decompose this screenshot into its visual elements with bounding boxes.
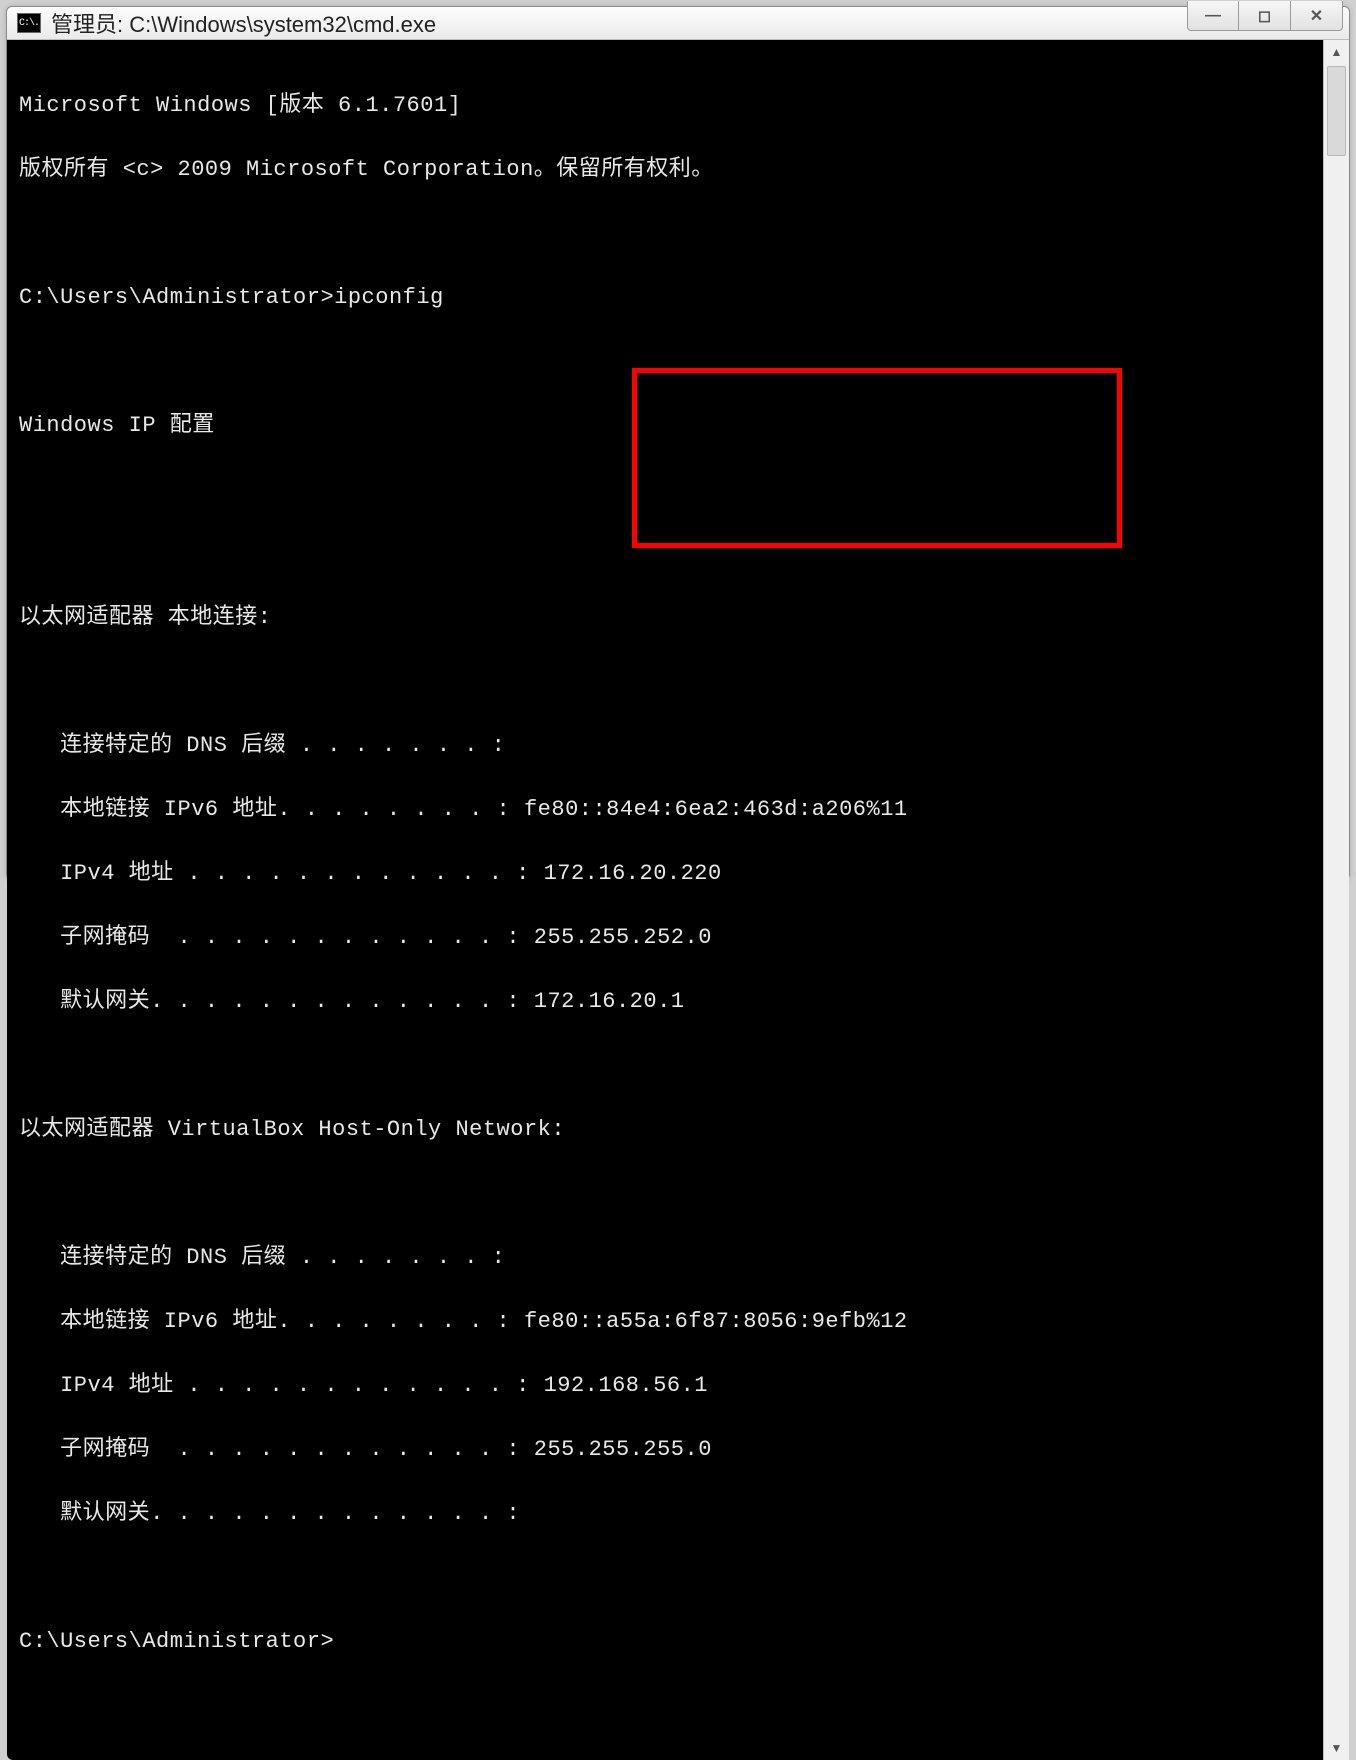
adapter1-header: 以太网适配器 本地连接: (19, 602, 1313, 634)
adapter2-row: 子网掩码 . . . . . . . . . . . . : 255.255.2… (19, 1434, 1313, 1466)
close-icon: ✕ (1310, 6, 1323, 26)
prompt-ipconfig: C:\Users\Administrator>ipconfig (19, 282, 1313, 314)
close-button[interactable]: ✕ (1291, 1, 1343, 31)
scroll-up-arrow-icon[interactable]: ▲ (1324, 40, 1349, 64)
minimize-icon: ― (1205, 7, 1221, 25)
scroll-down-arrow-icon[interactable]: ▼ (1324, 1736, 1349, 1760)
adapter1-row: IPv4 地址 . . . . . . . . . . . . : 172.16… (19, 858, 1313, 890)
window-title: 管理员: C:\Windows\system32\cmd.exe (51, 7, 1187, 39)
maximize-button[interactable]: ◻ (1239, 1, 1291, 31)
blank-line (19, 346, 1313, 378)
window-controls: ― ◻ ✕ (1187, 1, 1343, 31)
line-copyright: 版权所有 <c> 2009 Microsoft Corporation。保留所有… (19, 154, 1313, 186)
blank-line (19, 1562, 1313, 1594)
adapter2-row: 本地链接 IPv6 地址. . . . . . . . : fe80::a55a… (19, 1306, 1313, 1338)
adapter1-row: 本地链接 IPv6 地址. . . . . . . . : fe80::84e4… (19, 794, 1313, 826)
titlebar[interactable]: C:\. 管理员: C:\Windows\system32\cmd.exe ― … (7, 7, 1349, 40)
blank-line (19, 1050, 1313, 1082)
blank-line (19, 538, 1313, 570)
client-area: Microsoft Windows [版本 6.1.7601] 版权所有 <c>… (7, 40, 1349, 1760)
adapter1-row: 连接特定的 DNS 后缀 . . . . . . . : (19, 730, 1313, 762)
highlight-annotation (632, 368, 1122, 548)
ipconfig-header: Windows IP 配置 (19, 410, 1313, 442)
blank-line (19, 1178, 1313, 1210)
minimize-button[interactable]: ― (1187, 1, 1239, 31)
adapter2-row: 默认网关. . . . . . . . . . . . . : (19, 1498, 1313, 1530)
scroll-thumb[interactable] (1327, 66, 1346, 156)
adapter2-header: 以太网适配器 VirtualBox Host-Only Network: (19, 1114, 1313, 1146)
adapter2-row: 连接特定的 DNS 后缀 . . . . . . . : (19, 1242, 1313, 1274)
blank-line (19, 218, 1313, 250)
blank-line (19, 474, 1313, 506)
cmd-app-icon: C:\. (17, 13, 41, 33)
vertical-scrollbar[interactable]: ▲ ▼ (1323, 40, 1349, 1760)
prompt-idle: C:\Users\Administrator> (19, 1626, 1313, 1658)
maximize-icon: ◻ (1258, 6, 1271, 26)
adapter2-row: IPv4 地址 . . . . . . . . . . . . : 192.16… (19, 1370, 1313, 1402)
adapter1-row: 子网掩码 . . . . . . . . . . . . : 255.255.2… (19, 922, 1313, 954)
console-output[interactable]: Microsoft Windows [版本 6.1.7601] 版权所有 <c>… (7, 40, 1323, 1760)
blank-line (19, 666, 1313, 698)
cmd-window: C:\. 管理员: C:\Windows\system32\cmd.exe ― … (6, 6, 1350, 880)
line-version: Microsoft Windows [版本 6.1.7601] (19, 90, 1313, 122)
adapter1-row: 默认网关. . . . . . . . . . . . . : 172.16.2… (19, 986, 1313, 1018)
